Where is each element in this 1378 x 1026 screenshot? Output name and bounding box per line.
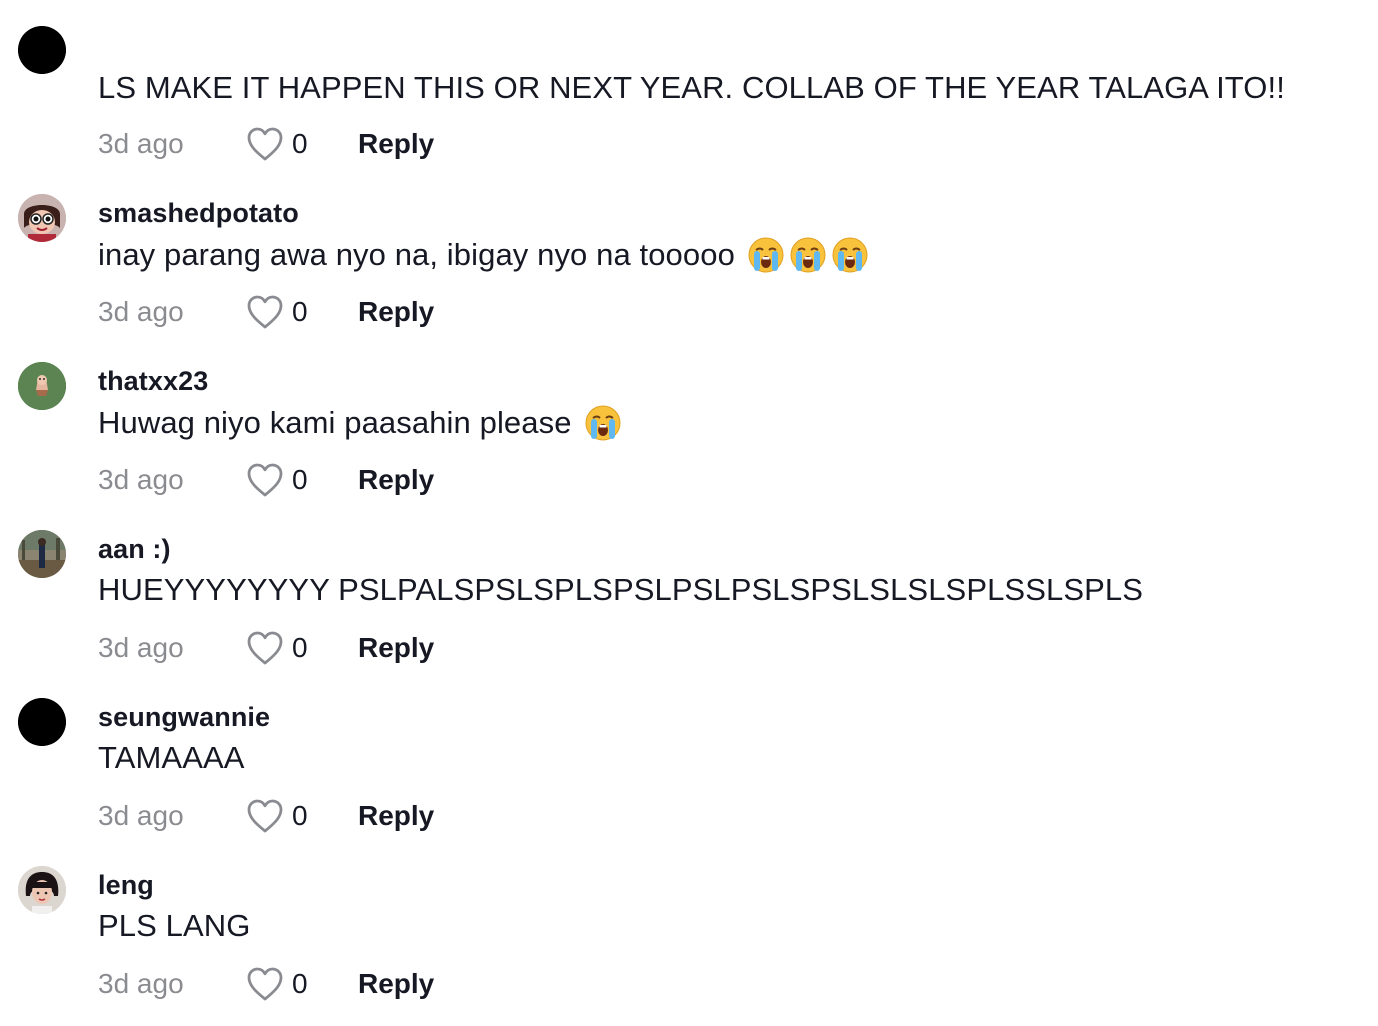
avatar[interactable] (18, 698, 66, 746)
comment-username[interactable]: thatxx23 (98, 366, 208, 397)
comment-text-content: LS MAKE IT HAPPEN THIS OR NEXT YEAR. COL… (98, 70, 1285, 105)
comment-item: thatxx23 Huwag niyo kami paasahin please… (0, 336, 1378, 504)
comment-actions: 3d ago 0 Reply (98, 460, 434, 500)
comment-text-content: PLS LANG (98, 908, 251, 943)
comment-text-content: inay parang awa nyo na, ibigay nyo na to… (98, 237, 735, 272)
like-count: 0 (292, 968, 308, 999)
reply-button[interactable]: Reply (358, 128, 434, 160)
comment-item: LS MAKE IT HAPPEN THIS OR NEXT YEAR. COL… (0, 0, 1378, 168)
comment-text: Huwag niyo kami paasahin please (98, 404, 622, 442)
comment-username[interactable]: seungwannie (98, 702, 270, 733)
loudly-crying-face-icon (790, 237, 826, 273)
comment-text-content: TAMAAAA (98, 740, 245, 775)
like-count: 0 (292, 296, 308, 327)
heart-outline-icon (247, 295, 283, 329)
comment-timestamp: 3d ago (98, 968, 184, 999)
like-count: 0 (292, 128, 308, 159)
loudly-crying-face-icon (832, 237, 868, 273)
comment-item: seungwannie TAMAAAA 3d ago 0 Reply (0, 672, 1378, 840)
heart-outline-icon (247, 127, 283, 161)
like-count: 0 (292, 800, 308, 831)
reply-button[interactable]: Reply (358, 632, 434, 664)
comment-actions: 3d ago 0 Reply (98, 628, 434, 668)
heart-outline-icon (247, 799, 283, 833)
comment-username[interactable]: aan :) (98, 534, 171, 565)
avatar[interactable] (18, 362, 66, 410)
comment-text: HUEYYYYYYYY PSLPALSPSLSPLSPSLPSLPSLSPSLS… (98, 572, 1143, 608)
reply-button[interactable]: Reply (358, 464, 434, 496)
comment-text: PLS LANG (98, 908, 250, 944)
like-button[interactable]: 0 (246, 294, 358, 330)
loudly-crying-face-icon (748, 237, 784, 273)
comment-text-content: HUEYYYYYYYY PSLPALSPSLSPLSPSLPSLPSLSPSLS… (98, 572, 1143, 607)
like-button[interactable]: 0 (246, 798, 358, 834)
like-button[interactable]: 0 (246, 630, 358, 666)
comment-item: leng PLS LANG 3d ago 0 Reply (0, 840, 1378, 1008)
like-count: 0 (292, 464, 308, 495)
like-button[interactable]: 0 (246, 966, 358, 1002)
comment-timestamp: 3d ago (98, 800, 184, 831)
comment-timestamp: 3d ago (98, 128, 184, 159)
comment-item: aan :) HUEYYYYYYYY PSLPALSPSLSPLSPSLPSLP… (0, 504, 1378, 672)
reply-button[interactable]: Reply (358, 800, 434, 832)
comment-username[interactable]: leng (98, 870, 154, 901)
avatar[interactable] (18, 866, 66, 914)
heart-outline-icon (247, 463, 283, 497)
comment-text-content: Huwag niyo kami paasahin please (98, 405, 572, 440)
comment-text: inay parang awa nyo na, ibigay nyo na to… (98, 236, 869, 274)
comment-item: smashedpotato inay parang awa nyo na, ib… (0, 168, 1378, 336)
like-count: 0 (292, 632, 308, 663)
comment-timestamp: 3d ago (98, 464, 184, 495)
like-button[interactable]: 0 (246, 126, 358, 162)
avatar[interactable] (18, 194, 66, 242)
heart-outline-icon (247, 967, 283, 1001)
reply-button[interactable]: Reply (358, 296, 434, 328)
avatar[interactable] (18, 530, 66, 578)
heart-outline-icon (247, 631, 283, 665)
comment-actions: 3d ago 0 Reply (98, 292, 434, 332)
comment-text: TAMAAAA (98, 740, 245, 776)
comment-timestamp: 3d ago (98, 632, 184, 663)
comment-list: LS MAKE IT HAPPEN THIS OR NEXT YEAR. COL… (0, 0, 1378, 1026)
like-button[interactable]: 0 (246, 462, 358, 498)
comment-actions: 3d ago 0 Reply (98, 964, 434, 1004)
avatar[interactable] (18, 26, 66, 74)
comment-actions: 3d ago 0 Reply (98, 124, 434, 164)
reply-button[interactable]: Reply (358, 968, 434, 1000)
comment-text: LS MAKE IT HAPPEN THIS OR NEXT YEAR. COL… (98, 70, 1285, 106)
comment-timestamp: 3d ago (98, 296, 184, 327)
comment-actions: 3d ago 0 Reply (98, 796, 434, 836)
loudly-crying-face-icon (585, 405, 621, 441)
comment-username[interactable]: smashedpotato (98, 198, 299, 229)
